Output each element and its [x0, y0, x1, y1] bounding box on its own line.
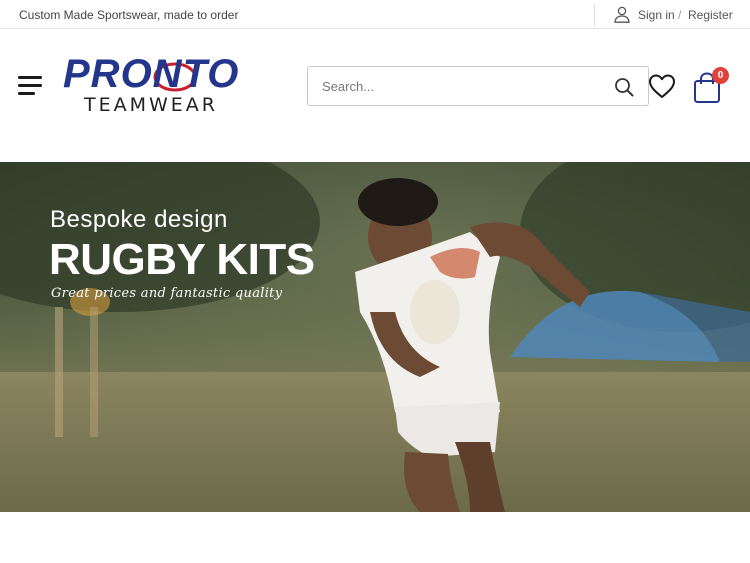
search-input[interactable]	[322, 76, 602, 96]
search-icon[interactable]	[614, 77, 634, 97]
hero-banner[interactable]: Bespoke design RUGBY KITS Great prices a…	[0, 162, 750, 512]
hero-tagline: Great prices and fantastic quality	[51, 286, 283, 301]
cart-count-badge: 0	[712, 67, 729, 84]
site-header: PRONTO TEAMWEAR 0	[0, 29, 750, 162]
sign-in-link[interactable]: Sign in	[638, 8, 675, 22]
top-bar: Custom Made Sportswear, made to order Si…	[0, 0, 750, 29]
heart-icon[interactable]	[648, 73, 676, 99]
menu-icon[interactable]	[18, 76, 44, 96]
page-body	[0, 512, 750, 563]
topbar-tagline: Custom Made Sportswear, made to order	[19, 8, 239, 22]
topbar-divider	[594, 4, 595, 26]
user-icon[interactable]	[614, 6, 630, 23]
hero-title: RUGBY KITS	[49, 235, 315, 284]
hero-subtitle: Bespoke design	[50, 206, 228, 233]
logo-wordmark: PRONTO	[63, 52, 240, 96]
site-logo[interactable]: PRONTO TEAMWEAR	[63, 52, 278, 120]
register-link[interactable]: Register	[688, 8, 733, 22]
cart-button[interactable]: 0	[692, 67, 729, 103]
search-box	[307, 66, 649, 106]
auth-separator: /	[678, 8, 682, 22]
logo-subtext: TEAMWEAR	[84, 94, 218, 116]
